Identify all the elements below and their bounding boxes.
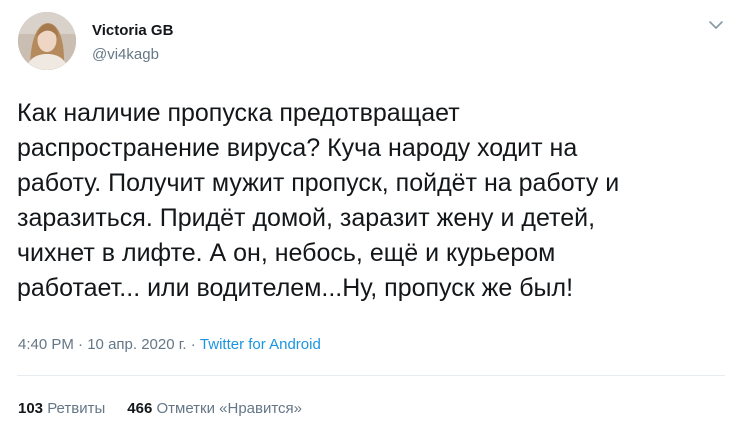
meta-separator: · — [73, 336, 88, 353]
likes-label: Отметки «Нравится» — [156, 400, 303, 417]
tweet-metadata: 4:40 PM · 10 апр. 2020 г. · Twitter for … — [18, 336, 321, 353]
likes-count: 466 — [127, 400, 153, 417]
likes-stat[interactable]: 466 Отметки «Нравится» — [127, 400, 302, 417]
divider — [17, 375, 725, 376]
tweet-time[interactable]: 4:40 PM — [18, 336, 74, 353]
tweet-text-line: заразиться. Придёт домой, заразит жену и… — [17, 204, 596, 232]
tweet-text-line: работает... или водителем...Ну, пропуск … — [17, 274, 574, 302]
tweet-stats: 103 Ретвиты 466 Отметки «Нравится» — [18, 400, 302, 417]
tweet-text: Как наличие пропуска предотвращает распро… — [17, 96, 717, 306]
avatar[interactable] — [18, 12, 76, 70]
tweet-source-link[interactable]: Twitter for Android — [200, 336, 321, 353]
tweet-card: Victoria GB @vi4kagb Как наличие пропуск… — [0, 0, 743, 435]
avatar-photo — [18, 12, 76, 70]
tweet-date[interactable]: 10 апр. 2020 г. — [87, 336, 186, 353]
more-options-button[interactable] — [707, 18, 725, 32]
meta-separator: · — [186, 336, 200, 353]
author-name[interactable]: Victoria GB — [92, 22, 173, 39]
author-handle[interactable]: @vi4kagb — [92, 46, 159, 63]
tweet-text-line: чихнет в лифте. А он, небось, ещё и курь… — [17, 239, 556, 267]
retweets-stat[interactable]: 103 Ретвиты — [18, 400, 105, 417]
tweet-text-line: Как наличие пропуска предотвращает — [17, 99, 460, 127]
tweet-text-line: работу. Получит мужит пропуск, пойдёт на… — [17, 169, 620, 197]
retweets-count: 103 — [18, 400, 44, 417]
retweets-label: Ретвиты — [47, 400, 106, 417]
tweet-text-line: распространение вируса? Куча народу ходи… — [17, 134, 578, 162]
chevron-down-icon — [709, 21, 723, 29]
